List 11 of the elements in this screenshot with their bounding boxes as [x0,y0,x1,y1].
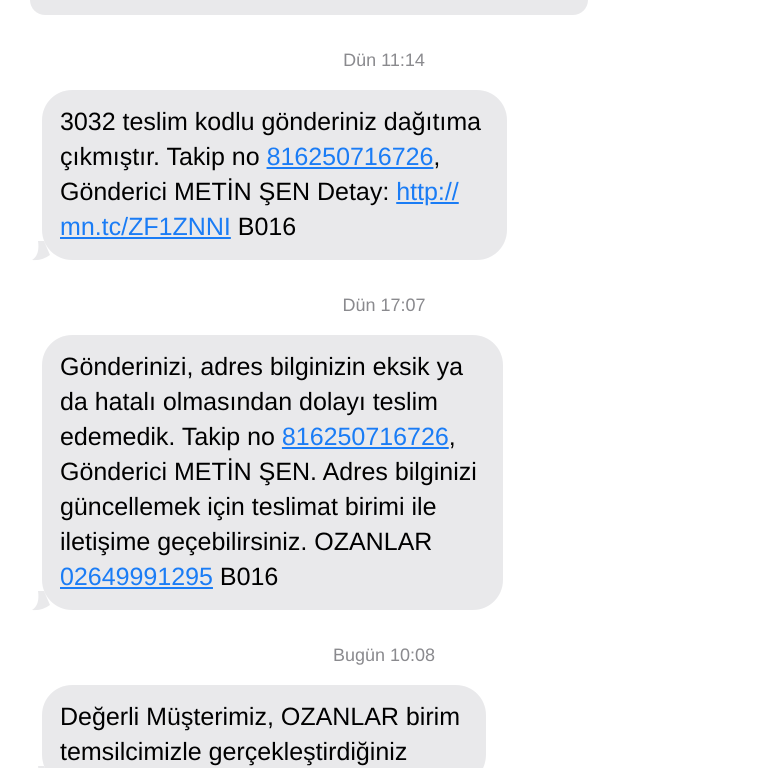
message-text: Gönderinizi, adres bilginizin eksik ya da hatalı olmasından dolayı teslim edemedik. Takip no 816250716726, Gönderici METİN ŞEN. Adres bilginizi güncellemek için teslimat birimi ile iletişime geçebilirsiniz. OZANLAR 02649991295 B016 [60,352,477,593]
link[interactable]: 816250716726 [282,423,449,451]
link[interactable]: 02649991295 [60,563,213,591]
timestamp: Dün 17:07 [341,294,427,317]
timestamp: Dün 11:14 [342,49,426,72]
link[interactable]: mn.tc/ZF1ZNNI [60,213,231,241]
message-text: 3032 teslim kodlu gönderiniz dağıtıma çıkmıştır. Takip no 816250716726, Gönderici METİN ŞEN Detay: http:// mn.tc/ZF1ZNNI B016 [60,107,482,243]
link[interactable]: 816250716726 [266,143,434,171]
link[interactable]: http:// [396,178,459,206]
timestamp: Bugün 10:08 [332,644,436,667]
message-text: Değerli Müşterimiz, OZANLAR birim temsilcimizle gerçekleştirdiğiniz [60,702,460,768]
